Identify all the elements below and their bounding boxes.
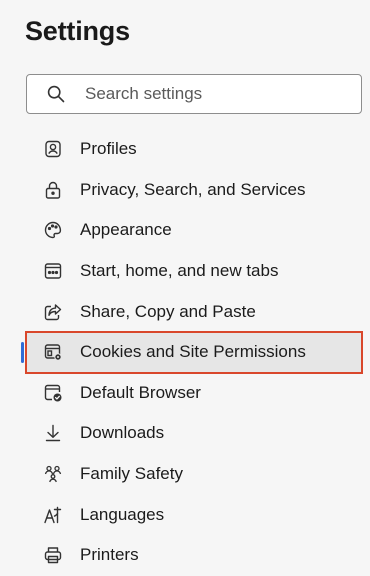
- sidebar-item-downloads[interactable]: Downloads: [26, 413, 362, 454]
- sidebar-item-label: Share, Copy and Paste: [80, 301, 256, 321]
- download-icon: [43, 423, 63, 443]
- start-page-icon: [43, 261, 63, 281]
- sidebar-item-privacy[interactable]: Privacy, Search, and Services: [26, 170, 362, 211]
- sidebar-item-label: Profiles: [80, 139, 137, 159]
- page-title: Settings: [25, 16, 130, 46]
- lock-icon: [43, 180, 63, 200]
- sidebar-item-label: Family Safety: [80, 464, 183, 484]
- sidebar-item-label: Default Browser: [80, 382, 201, 402]
- family-icon: [43, 464, 63, 484]
- sidebar-item-share[interactable]: Share, Copy and Paste: [26, 291, 362, 332]
- search-box[interactable]: [26, 74, 362, 114]
- sidebar-item-start-home[interactable]: Start, home, and new tabs: [26, 251, 362, 292]
- search-icon: [47, 85, 65, 103]
- sidebar-item-appearance[interactable]: Appearance: [26, 210, 362, 251]
- sidebar-item-label: Cookies and Site Permissions: [80, 342, 306, 362]
- sidebar-item-languages[interactable]: Languages: [26, 494, 362, 535]
- sidebar-item-printers[interactable]: Printers: [26, 535, 362, 576]
- settings-nav: Profiles Privacy, Search, and Services A…: [0, 129, 370, 576]
- share-icon: [43, 302, 63, 322]
- printer-icon: [43, 545, 63, 565]
- search-input[interactable]: [85, 84, 345, 104]
- palette-icon: [43, 220, 63, 240]
- sidebar-item-cookies[interactable]: Cookies and Site Permissions: [21, 330, 363, 374]
- sidebar-item-label: Start, home, and new tabs: [80, 261, 279, 281]
- sidebar-item-family-safety[interactable]: Family Safety: [26, 454, 362, 495]
- sidebar-item-label: Languages: [80, 504, 165, 524]
- sidebar-item-label: Privacy, Search, and Services: [80, 179, 306, 199]
- sidebar-item-default-browser[interactable]: Default Browser: [26, 373, 362, 414]
- sidebar-item-profiles[interactable]: Profiles: [26, 129, 362, 170]
- sidebar-item-label: Printers: [80, 545, 139, 565]
- languages-icon: [43, 505, 63, 525]
- sidebar-item-label: Downloads: [80, 423, 165, 443]
- default-browser-icon: [43, 383, 63, 403]
- selection-indicator: [21, 341, 24, 363]
- profile-icon: [43, 139, 63, 159]
- sidebar-item-label: Appearance: [80, 220, 172, 240]
- cookies-permissions-icon: [43, 342, 63, 362]
